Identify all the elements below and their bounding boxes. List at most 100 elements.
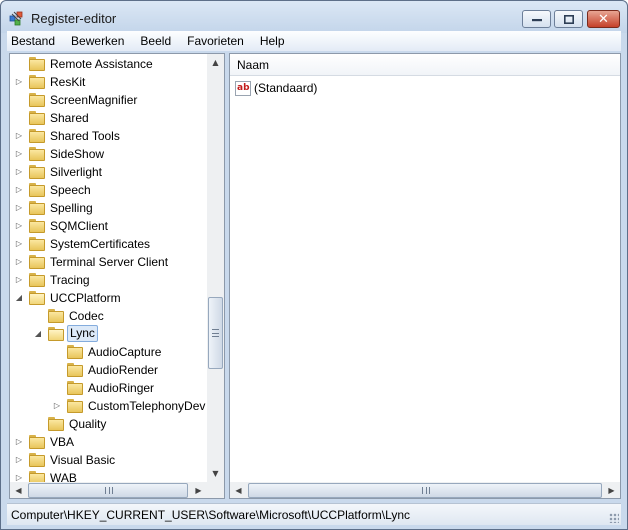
tree-item[interactable]: ▷ Tracing bbox=[10, 271, 206, 289]
tree-item[interactable]: Codec bbox=[10, 307, 206, 325]
tree-horizontal-scroll-thumb[interactable] bbox=[28, 483, 188, 498]
tree-item[interactable]: ▷ CustomTelephonyDev bbox=[10, 397, 206, 415]
tree-item-label: Lync bbox=[67, 325, 98, 342]
collapsed-arrow-icon[interactable]: ▷ bbox=[14, 77, 24, 87]
collapsed-arrow-icon[interactable]: ▷ bbox=[14, 185, 24, 195]
tree-item[interactable]: ▷ Spelling bbox=[10, 199, 206, 217]
folder-icon bbox=[29, 75, 45, 89]
menu-help[interactable]: Help bbox=[252, 31, 293, 51]
tree-item[interactable]: ▷ Silverlight bbox=[10, 163, 206, 181]
collapsed-arrow-icon[interactable]: ▷ bbox=[14, 131, 24, 141]
tree-item-label: VBA bbox=[50, 435, 75, 449]
tree-item[interactable]: ▷ VBA bbox=[10, 433, 206, 451]
maximize-button[interactable] bbox=[554, 10, 583, 28]
status-bar: Computer\HKEY_CURRENT_USER\Software\Micr… bbox=[7, 503, 621, 525]
scroll-down-arrow-icon[interactable]: ▼ bbox=[207, 465, 224, 482]
tree-item-label: ScreenMagnifier bbox=[50, 93, 138, 107]
folder-icon bbox=[29, 93, 45, 107]
tree-item[interactable]: ▷ Visual Basic bbox=[10, 451, 206, 469]
column-header-label: Naam bbox=[237, 58, 270, 72]
tree-item[interactable]: ▷ ResKit bbox=[10, 73, 206, 91]
tree-item[interactable]: AudioCapture bbox=[10, 343, 206, 361]
maximize-icon bbox=[563, 14, 574, 24]
scroll-up-arrow-icon[interactable]: ▲ bbox=[207, 54, 224, 71]
tree-item-label: Quality bbox=[69, 417, 107, 431]
tree-item[interactable]: ▷ Speech bbox=[10, 181, 206, 199]
tree-item-label: SystemCertificates bbox=[50, 237, 151, 251]
tree-vertical-scroll-thumb[interactable] bbox=[208, 297, 223, 369]
tree-item-label: Tracing bbox=[50, 273, 90, 287]
menu-beeld[interactable]: Beeld bbox=[132, 31, 179, 51]
minimize-icon bbox=[531, 19, 542, 22]
scroll-left-arrow-icon[interactable]: ◀ bbox=[230, 482, 247, 498]
folder-icon bbox=[48, 327, 64, 341]
column-header-naam[interactable]: Naam bbox=[230, 54, 620, 76]
menu-bestand[interactable]: Bestand bbox=[7, 31, 63, 51]
expanded-arrow-icon[interactable]: ◢ bbox=[14, 293, 24, 303]
scroll-right-arrow-icon[interactable]: ▶ bbox=[190, 482, 207, 498]
resize-grip-icon[interactable] bbox=[609, 513, 619, 523]
folder-icon bbox=[29, 201, 45, 215]
minimize-button[interactable] bbox=[522, 10, 551, 28]
collapsed-arrow-icon[interactable]: ▷ bbox=[14, 221, 24, 231]
tree-item[interactable]: ◢ Lync bbox=[10, 325, 206, 343]
folder-icon bbox=[29, 165, 45, 179]
folder-icon bbox=[29, 291, 45, 305]
collapsed-arrow-icon[interactable]: ▷ bbox=[14, 203, 24, 213]
tree-item-label: Codec bbox=[69, 309, 104, 323]
tree-item-label: SideShow bbox=[50, 147, 105, 161]
tree-vertical-scrollbar[interactable]: ▲ ▼ bbox=[207, 54, 224, 482]
grip-icon bbox=[105, 487, 113, 494]
tree-item[interactable]: ▷ SQMClient bbox=[10, 217, 206, 235]
tree-item-label: Speech bbox=[50, 183, 91, 197]
menu-bar: Bestand Bewerken Beeld Favorieten Help bbox=[7, 31, 621, 51]
tree-item[interactable]: Remote Assistance bbox=[10, 55, 206, 73]
collapsed-arrow-icon[interactable]: ▷ bbox=[14, 275, 24, 285]
tree-item-label: ResKit bbox=[50, 75, 86, 89]
tree-item-label: Shared bbox=[50, 111, 89, 125]
folder-icon bbox=[29, 57, 45, 71]
tree-item[interactable]: AudioRinger bbox=[10, 379, 206, 397]
collapsed-arrow-icon[interactable]: ▷ bbox=[14, 167, 24, 177]
folder-icon bbox=[29, 219, 45, 233]
folder-icon bbox=[48, 309, 64, 323]
folder-icon bbox=[29, 111, 45, 125]
tree-horizontal-scrollbar[interactable]: ◀ ▶ bbox=[10, 482, 207, 498]
registry-key-tree[interactable]: Remote Assistance ▷ ResKit ScreenMagnifier S… bbox=[9, 53, 225, 499]
close-button[interactable]: ✕ bbox=[587, 10, 620, 28]
tree-item[interactable]: ▷ Terminal Server Client bbox=[10, 253, 206, 271]
tree-item-label: AudioCapture bbox=[88, 345, 162, 359]
tree-item[interactable]: Quality bbox=[10, 415, 206, 433]
registry-editor-window: Register-editor ✕ Bestand Bewerken Beeld… bbox=[0, 0, 628, 530]
menu-bewerken[interactable]: Bewerken bbox=[63, 31, 132, 51]
tree-item[interactable]: Shared bbox=[10, 109, 206, 127]
tree-item[interactable]: AudioRender bbox=[10, 361, 206, 379]
collapsed-arrow-icon[interactable]: ▷ bbox=[14, 455, 24, 465]
list-horizontal-scrollbar[interactable]: ◀ ▶ bbox=[230, 482, 620, 498]
collapsed-arrow-icon[interactable]: ▷ bbox=[14, 437, 24, 447]
list-horizontal-scroll-thumb[interactable] bbox=[248, 483, 602, 498]
tree-item[interactable]: ▷ SystemCertificates bbox=[10, 235, 206, 253]
folder-icon bbox=[67, 399, 83, 413]
tree-item[interactable]: ScreenMagnifier bbox=[10, 91, 206, 109]
value-name: (Standaard) bbox=[254, 81, 318, 95]
tree-item[interactable]: ▷ Shared Tools bbox=[10, 127, 206, 145]
tree-item-label: UCCPlatform bbox=[50, 291, 121, 305]
title-bar[interactable]: Register-editor ✕ bbox=[1, 1, 627, 33]
menu-favorieten[interactable]: Favorieten bbox=[179, 31, 252, 51]
tree-item-label: Shared Tools bbox=[50, 129, 120, 143]
collapsed-arrow-icon[interactable]: ▷ bbox=[14, 149, 24, 159]
tree-item[interactable]: ▷ SideShow bbox=[10, 145, 206, 163]
scroll-left-arrow-icon[interactable]: ◀ bbox=[10, 482, 27, 498]
folder-icon bbox=[67, 345, 83, 359]
tree-item[interactable]: ◢ UCCPlatform bbox=[10, 289, 206, 307]
collapsed-arrow-icon[interactable]: ▷ bbox=[14, 257, 24, 267]
grip-icon bbox=[212, 329, 219, 337]
collapsed-arrow-icon[interactable]: ▷ bbox=[14, 239, 24, 249]
collapsed-arrow-icon[interactable]: ▷ bbox=[52, 401, 62, 411]
registry-values-list[interactable]: Naam ab (Standaard) ◀ ▶ bbox=[229, 53, 621, 499]
expanded-arrow-icon[interactable]: ◢ bbox=[33, 329, 43, 339]
folder-icon bbox=[29, 147, 45, 161]
tree-item-label: Remote Assistance bbox=[50, 57, 153, 71]
scroll-right-arrow-icon[interactable]: ▶ bbox=[603, 482, 620, 498]
